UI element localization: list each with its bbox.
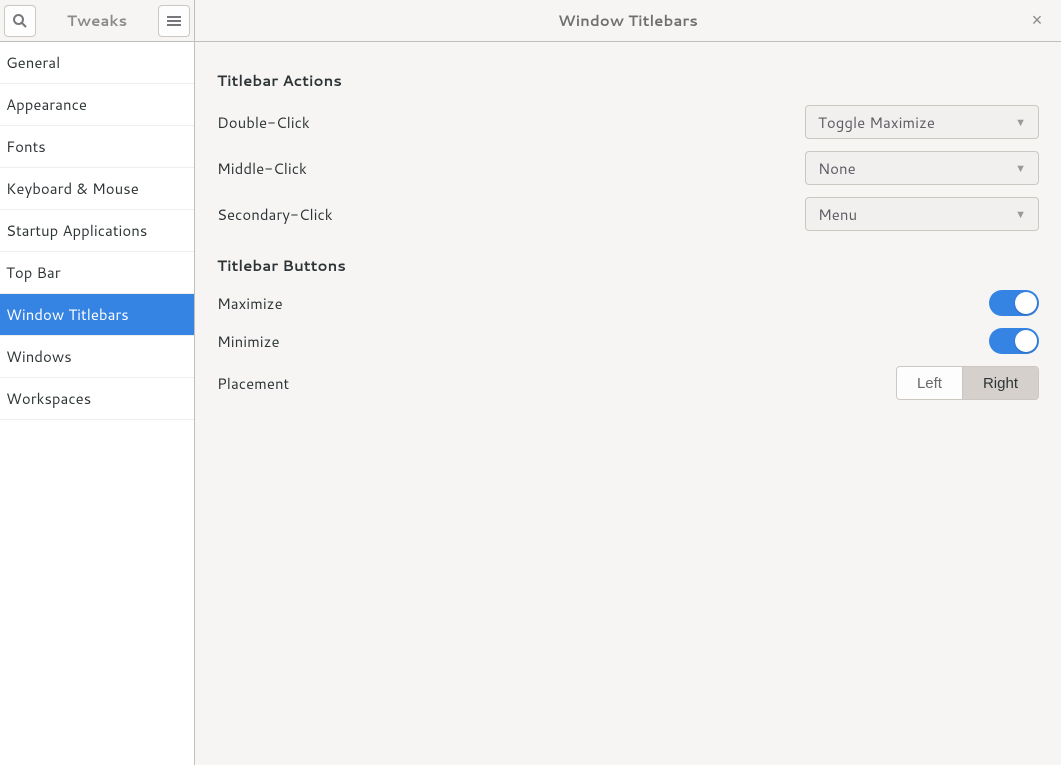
sidebar-item-label: Windows [6,346,72,367]
close-icon: × [1032,10,1043,30]
row-label: Double-Click [217,112,310,133]
minimize-switch[interactable] [989,328,1039,354]
app-window: Tweaks Window Titlebars × General Appear… [0,0,1061,765]
row-label: Middle-Click [217,158,307,179]
row-double-click: Double-Click Toggle Maximize ▼ [217,99,1039,145]
body: General Appearance Fonts Keyboard & Mous… [0,42,1061,765]
sidebar-item-workspaces[interactable]: Workspaces [0,378,194,420]
dropdown-value: Menu [818,204,1015,225]
row-label: Placement [217,373,289,394]
chevron-down-icon: ▼ [1015,160,1026,176]
sidebar-item-label: Workspaces [6,388,91,409]
row-maximize: Maximize [217,284,1039,322]
double-click-dropdown[interactable]: Toggle Maximize ▼ [805,105,1039,139]
row-minimize: Minimize [217,322,1039,360]
sidebar-item-label: Fonts [6,136,46,157]
row-label: Maximize [217,293,283,314]
section-title: Titlebar Actions [217,70,1039,91]
page-title: Window Titlebars [558,10,698,31]
section-titlebar-actions: Titlebar Actions Double-Click Toggle Max… [217,70,1039,237]
sidebar: General Appearance Fonts Keyboard & Mous… [0,42,195,765]
menu-button[interactable] [158,5,190,37]
sidebar-item-label: Window Titlebars [6,304,129,325]
placement-right-button[interactable]: Right [962,367,1038,399]
header-left: Tweaks [0,0,195,41]
dropdown-value: None [818,158,1015,179]
section-title: Titlebar Buttons [217,255,1039,276]
row-middle-click: Middle-Click None ▼ [217,145,1039,191]
sidebar-item-windows[interactable]: Windows [0,336,194,378]
dropdown-value: Toggle Maximize [818,112,1015,133]
chevron-down-icon: ▼ [1015,206,1026,222]
section-titlebar-buttons: Titlebar Buttons Maximize Minimize Place… [217,255,1039,406]
sidebar-item-keyboard-mouse[interactable]: Keyboard & Mouse [0,168,194,210]
sidebar-item-top-bar[interactable]: Top Bar [0,252,194,294]
sidebar-item-appearance[interactable]: Appearance [0,84,194,126]
placement-segmented: Left Right [896,366,1039,400]
switch-knob [1015,330,1037,352]
content: Titlebar Actions Double-Click Toggle Max… [195,42,1061,765]
switch-knob [1015,292,1037,314]
chevron-down-icon: ▼ [1015,114,1026,130]
sidebar-item-general[interactable]: General [0,42,194,84]
sidebar-item-label: Keyboard & Mouse [6,178,139,199]
placement-left-button[interactable]: Left [897,367,962,399]
row-label: Minimize [217,331,280,352]
app-title: Tweaks [36,10,158,31]
sidebar-item-label: General [6,52,60,73]
middle-click-dropdown[interactable]: None ▼ [805,151,1039,185]
header-right: Window Titlebars × [195,0,1061,41]
sidebar-item-label: Appearance [6,94,87,115]
sidebar-item-fonts[interactable]: Fonts [0,126,194,168]
sidebar-item-label: Startup Applications [6,220,147,241]
search-icon [12,13,28,29]
seg-label: Right [983,375,1018,392]
seg-label: Left [917,375,942,392]
row-secondary-click: Secondary-Click Menu ▼ [217,191,1039,237]
row-label: Secondary-Click [217,204,333,225]
hamburger-icon [167,14,181,28]
row-placement: Placement Left Right [217,360,1039,406]
maximize-switch[interactable] [989,290,1039,316]
close-button[interactable]: × [1025,9,1049,33]
header-bar: Tweaks Window Titlebars × [0,0,1061,42]
secondary-click-dropdown[interactable]: Menu ▼ [805,197,1039,231]
search-button[interactable] [4,5,36,37]
sidebar-item-window-titlebars[interactable]: Window Titlebars [0,294,194,336]
sidebar-item-label: Top Bar [6,262,61,283]
sidebar-item-startup-applications[interactable]: Startup Applications [0,210,194,252]
